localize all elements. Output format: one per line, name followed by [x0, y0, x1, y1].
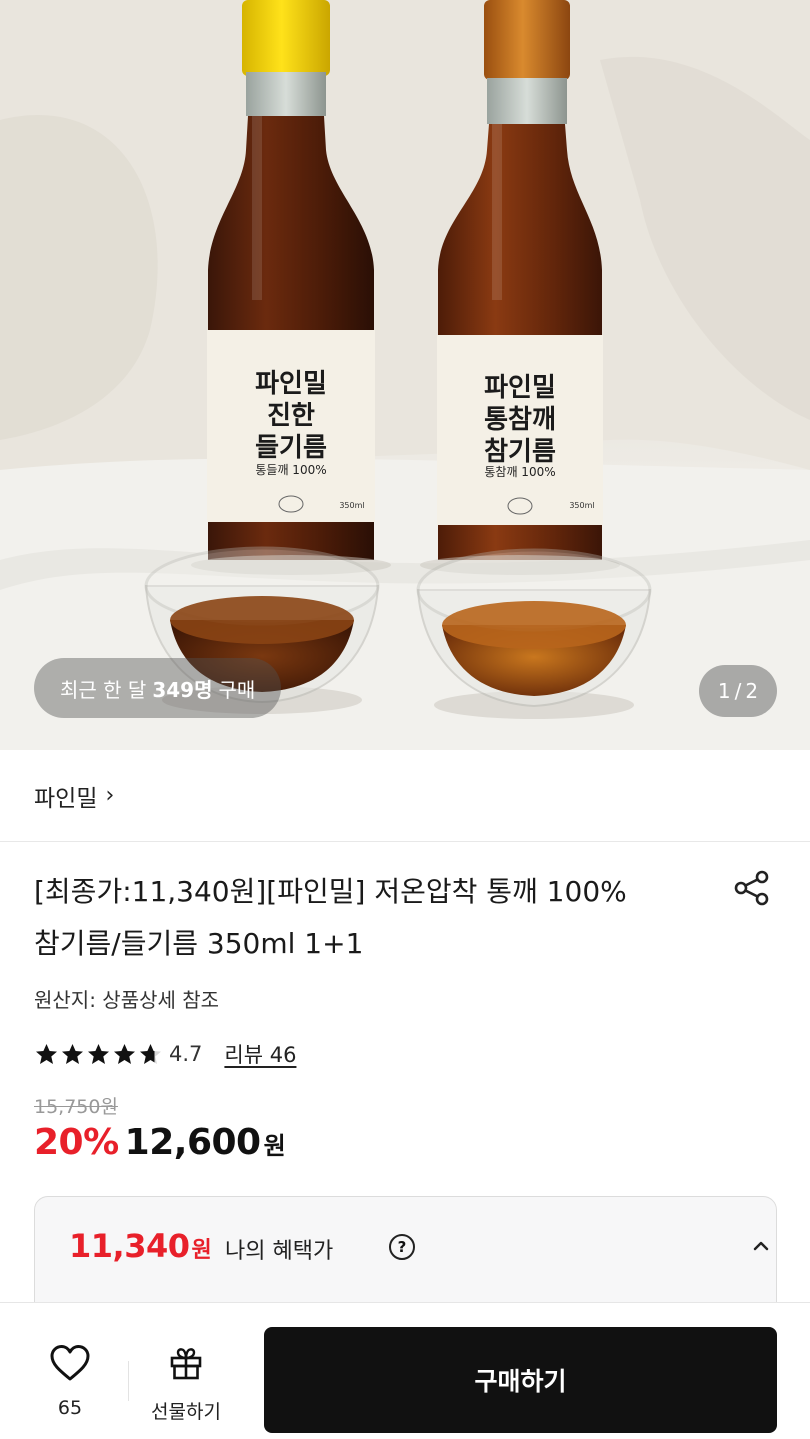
chevron-up-icon[interactable] — [750, 1235, 772, 1257]
page-separator: / — [734, 679, 742, 703]
origin-info: 원산지: 상품상세 참조 — [34, 988, 220, 1012]
left-label-line2: 진한 — [267, 401, 315, 431]
image-page-indicator: 1 / 2 — [699, 665, 777, 717]
gift-button[interactable]: 선물하기 — [138, 1345, 234, 1425]
like-count: 65 — [57, 1397, 83, 1419]
rating-row: 4.7 리뷰 46 — [34, 1038, 296, 1070]
recent-prefix: 최근 한 달 — [60, 677, 147, 702]
recent-suffix: 구매 — [218, 677, 256, 702]
divider — [128, 1361, 129, 1401]
help-icon[interactable]: ? — [389, 1234, 415, 1260]
orange-cap — [484, 0, 570, 80]
sale-price-unit: 원 — [263, 1132, 286, 1160]
left-label-sub: 통들깨 100% — [255, 463, 326, 477]
star-icon — [140, 1043, 161, 1064]
right-label-volume: 350ml — [569, 501, 594, 510]
gift-icon — [170, 1348, 202, 1380]
gift-label: 선물하기 — [151, 1401, 221, 1423]
page-total: 2 — [745, 679, 759, 703]
bottom-action-bar: 65 선물하기 구매하기 — [0, 1302, 810, 1439]
star-icon — [88, 1043, 109, 1064]
store-link[interactable]: 파인밀 › — [0, 750, 810, 842]
right-label-sub: 통참깨 100% — [484, 465, 555, 479]
star-icon — [62, 1043, 83, 1064]
chevron-right-icon: › — [105, 783, 115, 808]
left-label-volume: 350ml — [339, 501, 364, 510]
right-label-line1: 파인밀 — [484, 373, 556, 403]
product-title-line1: [최종가:11,340원][파인밀] 저온압착 통깨 100% — [34, 875, 627, 908]
benefit-price: 11,340 원 — [69, 1227, 212, 1265]
star-icon — [114, 1043, 135, 1064]
product-title-line2: 참기름/들기름 350ml 1+1 — [34, 927, 364, 960]
benefit-price-value: 11,340 — [69, 1227, 190, 1265]
yellow-cap — [242, 0, 330, 76]
right-label-line2: 통참깨 — [484, 405, 556, 435]
discount-rate: 20% — [34, 1122, 119, 1163]
left-label-line1: 파인밀 — [255, 369, 327, 399]
price-row: 20% 12,600 원 — [34, 1122, 286, 1163]
page-current: 1 — [717, 679, 731, 703]
recent-count: 349명 — [152, 677, 213, 702]
original-price: 15,750원 — [34, 1096, 118, 1118]
star-icon — [36, 1043, 57, 1064]
benefit-price-unit: 원 — [191, 1238, 212, 1263]
heart-icon — [50, 1345, 90, 1381]
rating-value: 4.7 — [169, 1042, 203, 1066]
product-photo: 파인밀 진한 들기름 통들깨 100% 350ml 파인밀 통참깨 참기름 통참… — [0, 0, 810, 750]
sale-price: 12,600 — [124, 1122, 261, 1163]
like-button[interactable]: 65 — [28, 1343, 112, 1423]
benefit-label: 나의 혜택가 — [225, 1239, 334, 1264]
left-label-line3: 들기름 — [255, 433, 327, 463]
buy-button[interactable]: 구매하기 — [264, 1327, 777, 1433]
review-link[interactable]: 리뷰 46 — [224, 1039, 296, 1069]
rating-stars — [34, 1042, 163, 1067]
product-image-carousel[interactable]: 파인밀 진한 들기름 통들깨 100% 350ml 파인밀 통참깨 참기름 통참… — [0, 0, 810, 750]
recent-purchase-badge: 최근 한 달 349명 구매 — [34, 658, 282, 718]
right-label-line3: 참기름 — [484, 437, 556, 467]
store-name: 파인밀 — [34, 785, 98, 812]
share-icon[interactable] — [732, 868, 772, 908]
product-title: [최종가:11,340원][파인밀] 저온압착 통깨 100% 참기름/들기름 … — [34, 866, 714, 970]
